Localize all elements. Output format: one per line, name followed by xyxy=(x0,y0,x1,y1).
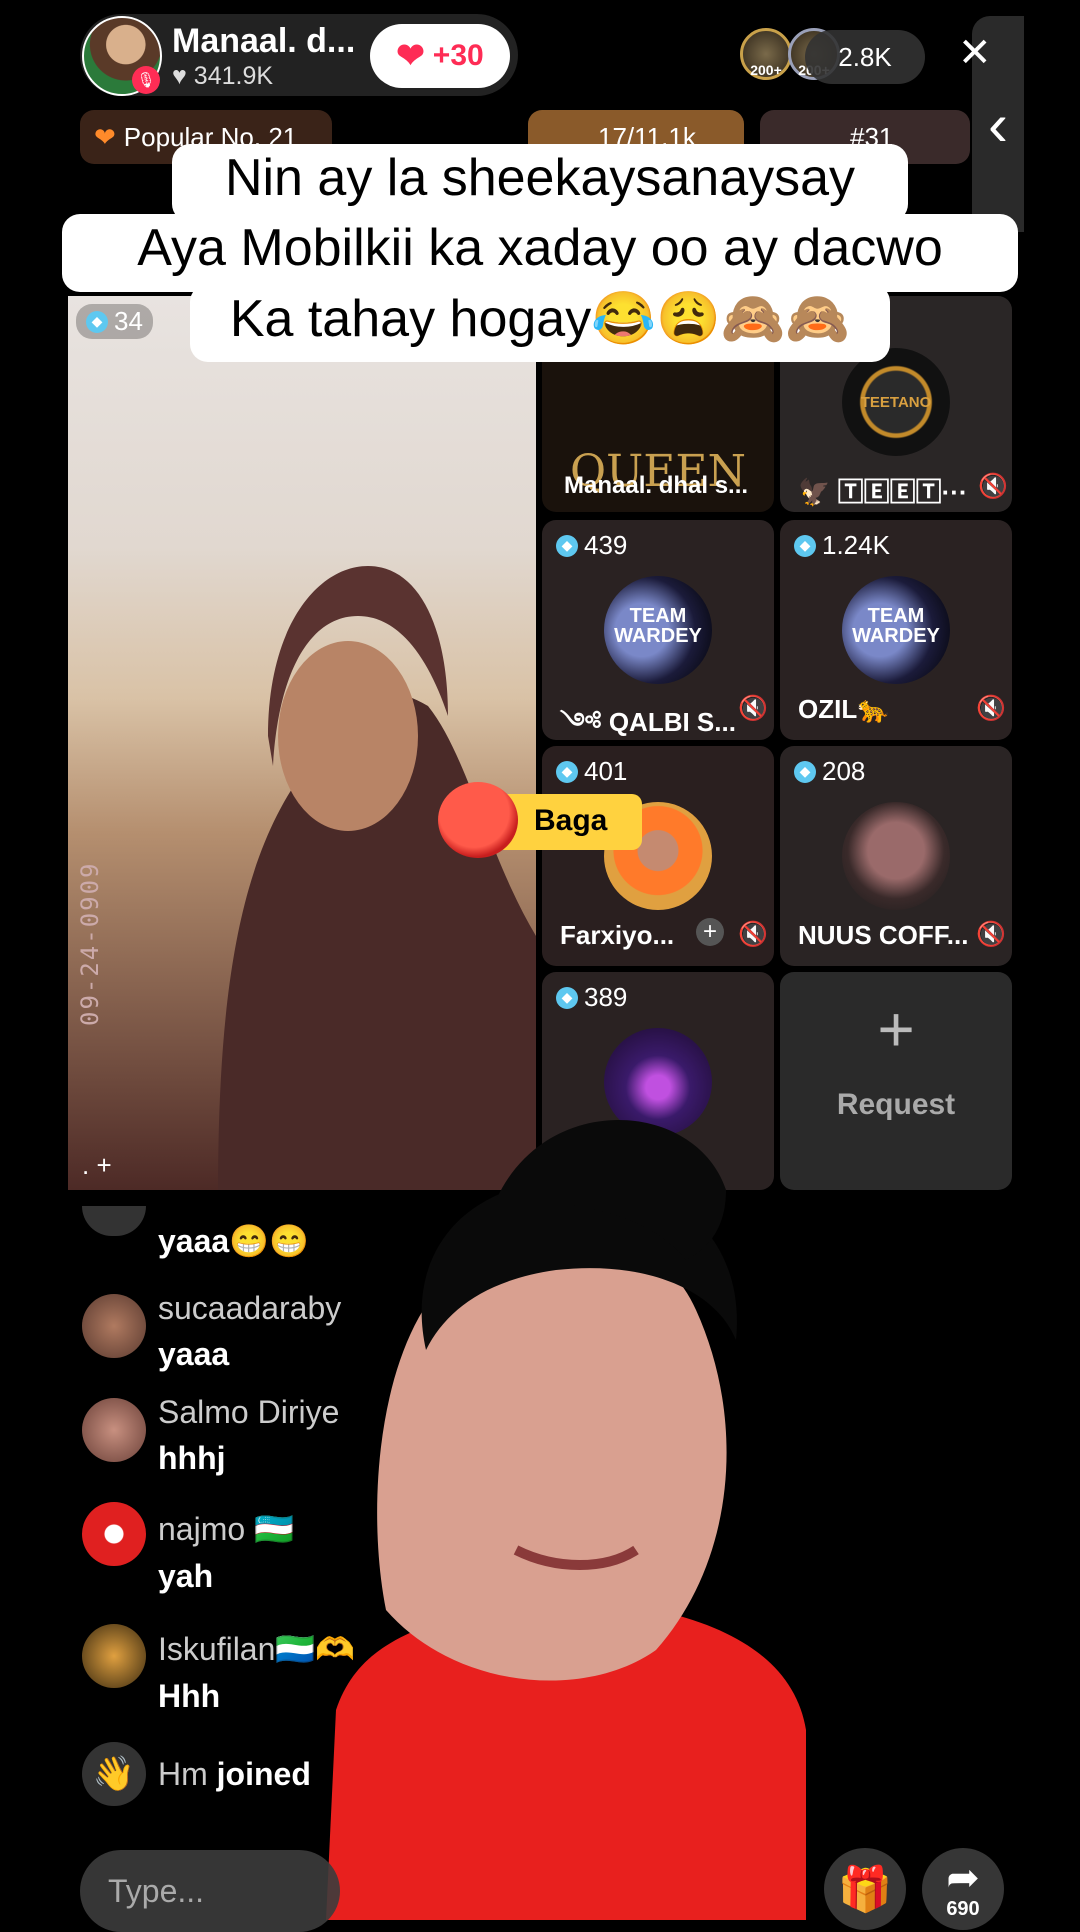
mic-off-icon: 🎙 xyxy=(132,66,160,94)
viewer-count[interactable]: 2.8K xyxy=(805,30,925,84)
comment-placeholder: Type... xyxy=(108,1872,205,1909)
commenter-avatar[interactable] xyxy=(82,1624,146,1688)
guest-name: Farxiyo... xyxy=(560,920,675,950)
viewer-badge: ◆ 389 xyxy=(556,982,627,1013)
guest-tile-5[interactable]: ◆ 401 Farxiyo... + 🔇 xyxy=(542,746,774,966)
add-friend-button[interactable]: + xyxy=(696,918,724,946)
heart-icon: ❤ xyxy=(94,121,116,152)
host-likes-count: 341.9K xyxy=(193,62,274,90)
host-likes: ♥ 341.9K xyxy=(172,62,273,91)
team-logo-text: TEAM WARDEY xyxy=(614,605,702,647)
wave-icon: 👋 xyxy=(82,1742,146,1806)
gift-popup-label: Baga xyxy=(534,804,608,837)
joined-username[interactable]: Hm xyxy=(158,1756,208,1792)
add-button[interactable]: . + xyxy=(82,1150,112,1181)
guest-avatar xyxy=(842,802,950,910)
heart-icon: ♥ xyxy=(172,62,187,90)
viewer-badge: ◆ 401 xyxy=(556,756,627,787)
viewer-badge: ◆ 208 xyxy=(794,756,865,787)
mic-muted-icon: 🔇 xyxy=(738,695,768,722)
caption-line-3: Ka tahay hogay😂😩🙈🙈 xyxy=(190,284,890,362)
guest-tile-6[interactable]: ◆ 208 NUUS COFF... 🔇 xyxy=(780,746,1012,966)
comment-text: yah xyxy=(158,1558,214,1594)
team-logo-text: TEAM WARDEY xyxy=(852,605,940,647)
guest-tile-4[interactable]: ◆ 1.24K TEAM WARDEY OZIL🐆 🔇 xyxy=(780,520,1012,740)
follow-label: +30 xyxy=(432,39,484,72)
badge-count: 439 xyxy=(584,530,628,560)
comment-text: yaaa😁😁 xyxy=(158,1223,309,1259)
badge-count: 401 xyxy=(584,756,628,786)
chevron-left-icon: ‹ xyxy=(988,90,1008,158)
viewer-badge: ◆ 439 xyxy=(556,530,627,561)
viewer-rank-badge: 200+ xyxy=(750,62,782,78)
main-video[interactable]: ◆ 34 09-24-0909 . + xyxy=(68,296,536,1190)
plus-icon: + xyxy=(877,993,915,1065)
comment-text: yaaa xyxy=(158,1336,230,1372)
diamond-icon: ◆ xyxy=(556,534,578,557)
diamond-icon: ◆ xyxy=(86,310,108,333)
person-overlay xyxy=(326,1120,806,1920)
mic-muted-icon: 🔇 xyxy=(976,921,1006,948)
commenter-avatar[interactable] xyxy=(82,1398,146,1462)
diamond-icon: ◆ xyxy=(556,760,578,783)
viewer-badge: ◆ 1.24K xyxy=(794,530,890,561)
comment-username[interactable]: sucaadaraby xyxy=(158,1290,341,1327)
gift-icon: 🎁 xyxy=(837,1865,893,1914)
commenter-avatar[interactable] xyxy=(82,1206,146,1236)
badge-count: 389 xyxy=(584,982,628,1012)
viewer-badge: ◆ 34 xyxy=(76,304,153,339)
comment-text: hhhj xyxy=(158,1440,226,1476)
commenter-avatar[interactable] xyxy=(82,1294,146,1358)
teetano-logo-text: TEETANO xyxy=(860,394,932,411)
diamond-icon: ◆ xyxy=(556,986,578,1009)
mic-muted-icon: 🔇 xyxy=(978,473,1008,500)
commenter-avatar[interactable] xyxy=(82,1502,146,1566)
guest-name: OZIL🐆 xyxy=(798,694,890,724)
comment-username[interactable]: Salmo Diriye xyxy=(158,1394,339,1431)
diamond-icon: ◆ xyxy=(794,534,816,557)
share-button[interactable]: ➦ 690 xyxy=(922,1848,1004,1930)
close-icon[interactable]: ✕ xyxy=(958,30,992,76)
guest-name: 🦅 🅃🄴🄴🅃··· xyxy=(798,477,968,507)
comment-text: Hhh xyxy=(158,1678,221,1714)
share-icon: ➦ xyxy=(946,1855,980,1900)
diamond-icon: ◆ xyxy=(794,760,816,783)
share-count: 690 xyxy=(946,1897,980,1920)
caption-line-2: Aya Mobilkii ka xaday oo ay dacwo xyxy=(62,214,1018,292)
gift-mascot-icon xyxy=(438,782,518,858)
join-notice: Hm joined xyxy=(158,1756,311,1793)
follow-button[interactable]: ❤ +30 xyxy=(370,24,510,88)
mic-muted-icon: 🔇 xyxy=(738,921,768,948)
guest-tile-3[interactable]: ◆ 439 TEAM WARDEY ༺ QALBI S... 🔇 xyxy=(542,520,774,740)
caption-line-1: Nin ay la sheekaysanaysay xyxy=(172,144,908,222)
heart-icon: ❤ xyxy=(396,37,425,75)
guest-name: Manaal. dhal s... xyxy=(564,472,749,499)
person-silhouette xyxy=(218,566,536,1190)
video-timestamp: 09-24-0909 xyxy=(76,861,104,1027)
joined-text: joined xyxy=(216,1756,311,1792)
gift-button[interactable]: 🎁 xyxy=(824,1848,906,1930)
host-name[interactable]: Manaal. d... xyxy=(172,22,355,61)
comment-username[interactable]: najmo 🇺🇿 xyxy=(158,1510,294,1548)
badge-count: 1.24K xyxy=(822,530,890,560)
mic-muted-icon: 🔇 xyxy=(976,695,1006,722)
guest-name: ༺ QALBI S... xyxy=(560,707,736,737)
guest-name: NUUS COFF... xyxy=(798,920,969,950)
badge-count: 208 xyxy=(822,756,866,786)
badge-count: 34 xyxy=(114,306,143,336)
